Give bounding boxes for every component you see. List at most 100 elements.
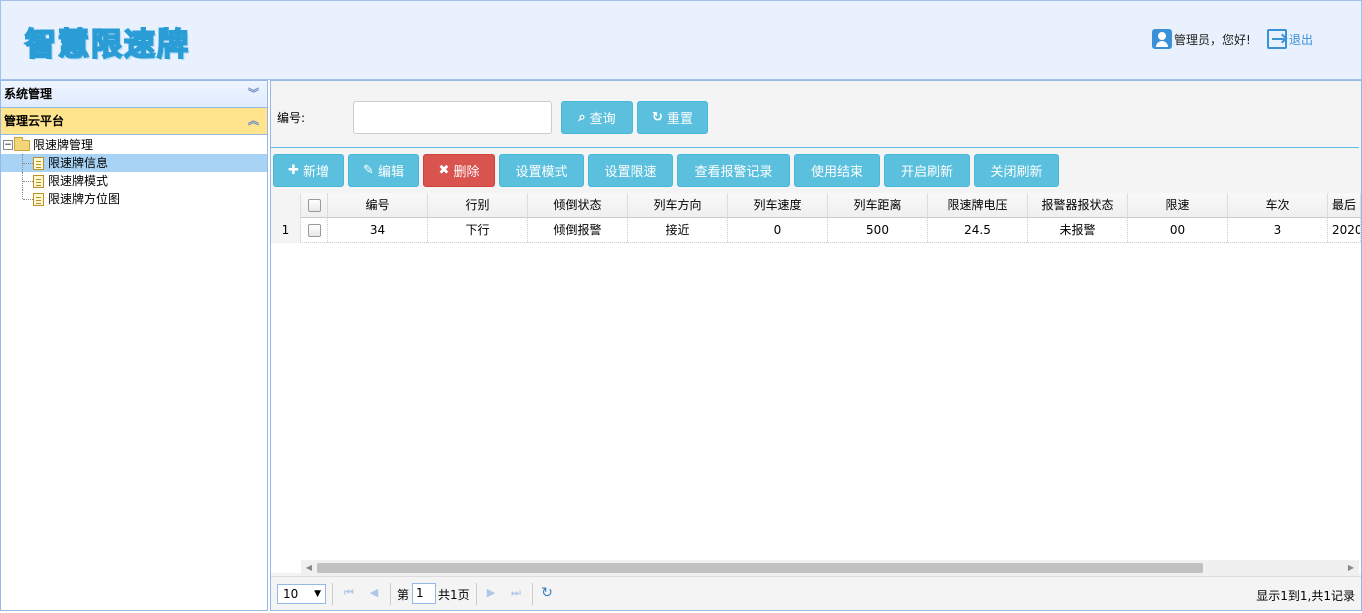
edit-button[interactable]: ✎ 编辑: [348, 154, 419, 187]
search-number-input[interactable]: [353, 101, 552, 134]
logo-text: 智慧限速牌: [24, 26, 190, 64]
collapse-chevron-icon[interactable]: ︽: [248, 108, 259, 134]
column-header[interactable]: 限速牌电压: [928, 193, 1028, 218]
file-icon: [33, 174, 44, 188]
add-button[interactable]: ✚ 新增: [273, 154, 344, 187]
column-header[interactable]: 行别: [428, 193, 528, 218]
header: 智慧限速牌 管理员，您好! 退出: [0, 0, 1362, 80]
tree-line: [22, 172, 33, 190]
page-number-input[interactable]: 1: [412, 583, 436, 604]
tree-item-label: 限速牌模式: [48, 174, 109, 188]
reset-label: 重置: [666, 112, 693, 127]
search-icon: ⌕: [578, 110, 586, 125]
pager-separator: [476, 583, 477, 605]
tree-item-speed-sign-info[interactable]: 限速牌信息: [1, 154, 267, 172]
user-avatar-icon: [1152, 29, 1172, 49]
tree-node-speed-sign-management[interactable]: − 限速牌管理: [1, 136, 267, 154]
sidebar: 系统管理 ︾ 管理云平台 ︽ − 限速牌管理 限速牌信息 限速牌模式 限速牌方位…: [0, 80, 268, 611]
tree-line: [22, 190, 33, 200]
file-icon: [33, 192, 44, 206]
next-page-icon[interactable]: ▶: [484, 586, 498, 600]
file-icon: [33, 156, 44, 170]
tree-item-speed-sign-map[interactable]: 限速牌方位图: [1, 190, 267, 208]
divider: [271, 147, 1359, 148]
tree-line: [22, 154, 33, 172]
prev-page-icon[interactable]: ◀: [367, 586, 381, 600]
set-mode-button[interactable]: 设置模式: [499, 154, 584, 187]
add-label: 新增: [302, 165, 329, 180]
panel-title: 管理云平台: [4, 114, 65, 128]
scroll-left-icon[interactable]: ◀: [301, 560, 317, 576]
row-checkbox[interactable]: [307, 224, 321, 237]
panel-title: 系统管理: [4, 87, 53, 101]
table-cell: 接近: [628, 218, 728, 243]
pager-separator: [532, 583, 533, 605]
edit-icon: ✎: [363, 163, 374, 178]
pager-separator: [390, 583, 391, 605]
column-header[interactable]: 限速: [1128, 193, 1228, 218]
scrollbar-thumb[interactable]: [317, 563, 1203, 573]
data-grid: 编号 行别 倾倒状态 列车方向 列车速度 列车距离 限速牌电压 报警器报状态 限…: [271, 193, 1361, 573]
column-header[interactable]: 列车速度: [728, 193, 828, 218]
page-size-value: 10: [283, 587, 299, 601]
rownum-header: [271, 193, 301, 218]
table-cell: 2020-: [1328, 218, 1361, 243]
dropdown-arrow-icon: ▼: [314, 589, 321, 599]
column-header[interactable]: 最后: [1328, 193, 1361, 218]
tree-node-label: 限速牌管理: [33, 138, 94, 152]
folder-icon: [14, 136, 30, 151]
scroll-right-icon[interactable]: ▶: [1343, 560, 1359, 576]
last-page-icon[interactable]: ⏭: [509, 586, 523, 600]
column-header[interactable]: 车次: [1228, 193, 1328, 218]
search-label: 编号:: [277, 111, 306, 125]
query-button[interactable]: ⌕ 查询: [561, 101, 633, 134]
pager-separator: [332, 583, 333, 605]
set-speed-limit-button[interactable]: 设置限速: [588, 154, 673, 187]
column-header[interactable]: 列车方向: [628, 193, 728, 218]
search-bar: 编号: ⌕ 查询 ↻ 重置: [271, 81, 1361, 147]
panel-system-management[interactable]: 系统管理 ︾: [1, 81, 267, 108]
column-header[interactable]: 列车距离: [828, 193, 928, 218]
reset-button[interactable]: ↻ 重置: [637, 101, 708, 134]
stop-refresh-button[interactable]: 关闭刷新: [974, 154, 1059, 187]
close-icon: ✖: [438, 163, 450, 178]
pagination-bar: 10 ▼ ⏮ ◀ 第 1 共1页 ▶ ⏭ ↻ 显示1到1,共1记录: [271, 576, 1361, 610]
table-cell: 下行: [428, 218, 528, 243]
panel-cloud-platform[interactable]: 管理云平台 ︽: [1, 108, 267, 135]
select-all-checkbox[interactable]: [307, 199, 321, 212]
column-header[interactable]: 倾倒状态: [528, 193, 628, 218]
user-greeting: 管理员，您好!: [1174, 32, 1251, 47]
tree-collapse-icon[interactable]: −: [3, 140, 13, 150]
horizontal-scrollbar[interactable]: ◀ ▶: [301, 560, 1359, 576]
delete-button[interactable]: ✖ 删除: [423, 154, 495, 187]
user-area: 管理员，您好!: [1152, 29, 1251, 49]
main-panel: 编号: ⌕ 查询 ↻ 重置 ✚ 新增 ✎ 编辑 ✖ 删除 设置模式 设置限速 查…: [270, 80, 1362, 611]
page-size-select[interactable]: 10 ▼: [277, 584, 326, 604]
delete-label: 删除: [453, 165, 480, 180]
tree-item-label: 限速牌信息: [48, 156, 109, 170]
table-cell: 倾倒报警: [528, 218, 628, 243]
table-cell: 3: [1228, 218, 1328, 243]
table-row[interactable]: 1 34 下行 倾倒报警 接近 0 500 24.5 未报警 00 3 2020…: [271, 218, 1361, 243]
expand-chevron-icon[interactable]: ︾: [248, 81, 259, 107]
start-refresh-button[interactable]: 开启刷新: [884, 154, 970, 187]
page-prefix: 第: [397, 588, 410, 602]
grid-header: 编号 行别 倾倒状态 列车方向 列车速度 列车距离 限速牌电压 报警器报状态 限…: [271, 193, 1361, 218]
logout-button[interactable]: 退出: [1267, 29, 1313, 49]
table-cell: 24.5: [928, 218, 1028, 243]
record-info: 显示1到1,共1记录: [1256, 589, 1355, 603]
table-cell: 500: [828, 218, 928, 243]
column-header[interactable]: 编号: [328, 193, 428, 218]
column-header[interactable]: 报警器报状态: [1028, 193, 1128, 218]
row-number: 1: [271, 218, 301, 243]
view-alarm-records-button[interactable]: 查看报警记录: [677, 154, 790, 187]
end-use-button[interactable]: 使用结束: [794, 154, 880, 187]
edit-label: 编辑: [377, 165, 404, 180]
tree-item-label: 限速牌方位图: [48, 192, 121, 206]
refresh-icon[interactable]: ↻: [540, 586, 554, 600]
table-cell: 未报警: [1028, 218, 1128, 243]
tree-item-speed-sign-mode[interactable]: 限速牌模式: [1, 172, 267, 190]
select-all-cell: [301, 193, 328, 218]
first-page-icon[interactable]: ⏮: [342, 586, 356, 600]
table-cell: 0: [728, 218, 828, 243]
